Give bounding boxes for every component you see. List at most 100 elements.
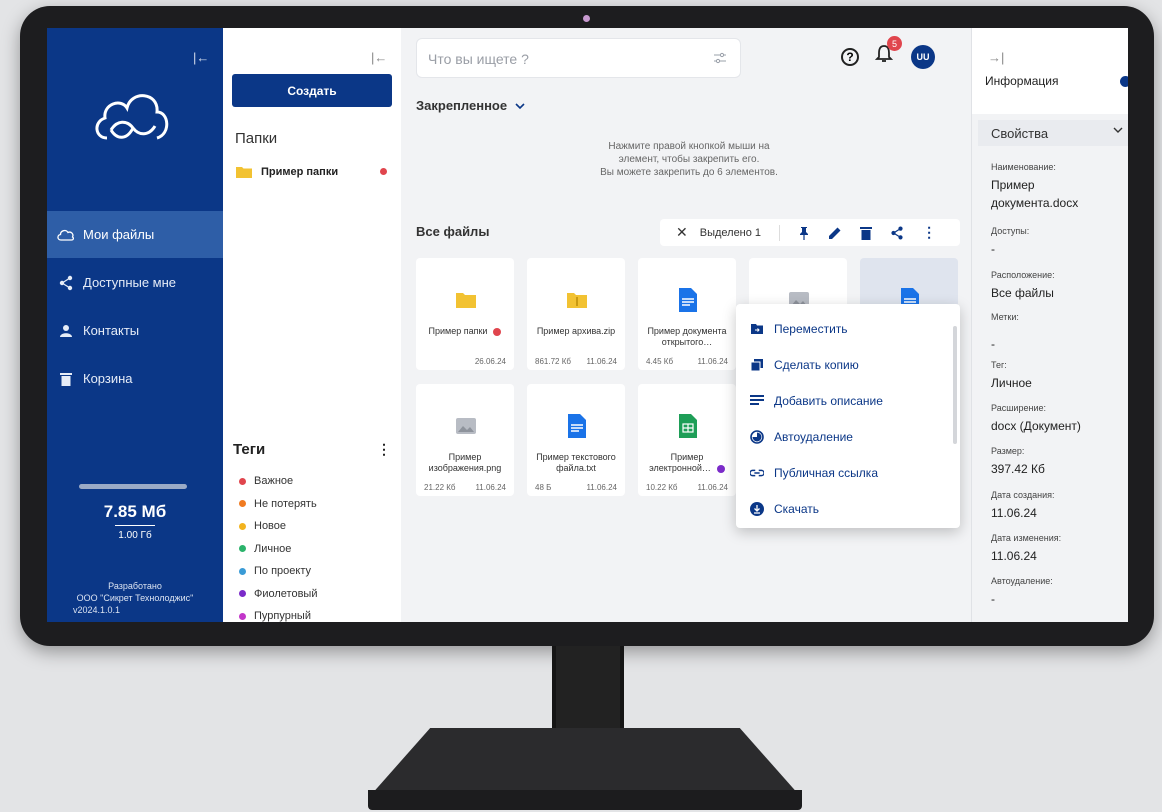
file-tag-dot: [716, 464, 725, 473]
properties-section-toggle[interactable]: Свойства: [978, 120, 1128, 146]
nav-item-trash[interactable]: Корзина: [47, 355, 223, 402]
tag-item[interactable]: Фиолетовый: [239, 588, 317, 600]
property-value: docx (Документ): [991, 419, 1081, 433]
notifications-button[interactable]: 5: [874, 36, 902, 69]
info-panel: →| Информация Свойства Наименование: Прим…: [971, 28, 1128, 622]
main-content: ? 5 UU Закрепленное Нажмите правой кнопк…: [401, 28, 971, 622]
tag-item[interactable]: Не потерять: [239, 498, 317, 510]
search-box: [416, 38, 741, 78]
create-button[interactable]: Создать: [232, 74, 392, 107]
context-menu-item[interactable]: Публичная ссылка: [750, 464, 878, 482]
context-menu-scrollbar[interactable]: [953, 326, 957, 444]
tag-label: Личное: [254, 542, 292, 555]
monitor-stand-front: [368, 790, 802, 810]
more-icon[interactable]: ⋮: [922, 224, 936, 241]
tag-item[interactable]: Важное: [239, 475, 293, 487]
context-menu-item[interactable]: Добавить описание: [750, 392, 883, 410]
monitor-screen: |← Мои файлы Доступные мне Контакты Корз…: [47, 28, 1128, 622]
file-name: Пример архива.zip: [531, 326, 621, 337]
file-name-text: Пример изображения.png: [428, 452, 502, 473]
file-name-text: Пример текстового файла.txt: [536, 452, 616, 473]
tag-color-dot: [239, 522, 246, 530]
context-menu-item[interactable]: Переместить: [750, 320, 848, 338]
filter-icon[interactable]: [714, 51, 726, 69]
nav-item-label: Мои файлы: [83, 227, 155, 242]
nav-item-my-files[interactable]: Мои файлы: [47, 211, 223, 258]
move-icon: [750, 322, 764, 336]
download-icon: [750, 502, 764, 516]
context-menu-item[interactable]: Скачать: [750, 500, 819, 518]
tag-item[interactable]: Пурпурный: [239, 610, 311, 622]
copy-icon: [750, 358, 764, 372]
file-card[interactable]: Пример изображения.png 21.22 Кб 11.06.24: [416, 384, 514, 496]
app-window: |← Мои файлы Доступные мне Контакты Корз…: [47, 28, 1128, 622]
property-label: Тег:: [991, 360, 1007, 370]
file-name: Пример электронной…: [642, 452, 732, 474]
tag-color-dot: [239, 590, 246, 597]
monitor-stand-base: [370, 728, 800, 796]
image-icon: [456, 414, 476, 438]
file-size: 10.22 Кб: [646, 483, 678, 492]
sidebar: |← Мои файлы Доступные мне Контакты Корз…: [47, 28, 223, 622]
property-label: Размер:: [991, 446, 1025, 456]
property-label: Автоудаление:: [991, 576, 1053, 586]
folder-item[interactable]: Пример папки: [236, 164, 391, 180]
tag-label: Важное: [254, 475, 294, 487]
pinned-hint-line: Вы можете закрепить до 6 элементов.: [600, 167, 778, 178]
storage-divider: [115, 525, 155, 526]
file-card[interactable]: Пример папки 26.06.24: [416, 258, 514, 370]
file-name: Пример изображения.png: [420, 452, 510, 474]
file-card[interactable]: Пример архива.zip 861.72 Кб 11.06.24: [527, 258, 625, 370]
pinned-hint: Нажмите правой кнопкой мыши на элемент, …: [551, 140, 827, 179]
file-card[interactable]: Пример документа открытого… 4.45 Кб 11.06.…: [638, 258, 736, 370]
selection-toolbar: ✕ Выделено 1 ⋮: [660, 219, 960, 246]
property-label: Дата изменения:: [991, 533, 1062, 543]
collapse-sidebar-icon[interactable]: |←: [193, 50, 209, 65]
file-name: Пример документа открытого…: [642, 326, 732, 348]
file-tag-dot: [493, 327, 502, 336]
developer-company: ООО "Сикрет Технолоджис": [76, 593, 194, 603]
collapse-info-icon[interactable]: →|: [988, 50, 1004, 65]
tag-item[interactable]: По проекту: [239, 565, 311, 577]
tag-item[interactable]: Новое: [239, 520, 286, 532]
file-size: 4.45 Кб: [646, 357, 674, 366]
file-date: 11.06.24: [586, 483, 617, 492]
tag-label: Пурпурный: [254, 610, 311, 622]
close-icon[interactable]: [1120, 76, 1128, 87]
tags-more-icon[interactable]: ⋮: [377, 441, 391, 458]
property-label: Расширение:: [991, 403, 1046, 413]
pin-icon[interactable]: [798, 226, 810, 240]
pinned-section-toggle[interactable]: Закрепленное: [416, 98, 525, 113]
trash-icon: [57, 370, 75, 388]
context-menu-label: Автоудаление: [774, 430, 853, 444]
file-card[interactable]: Пример текстового файла.txt 48 Б 11.06.24: [527, 384, 625, 496]
property-value: -: [991, 592, 995, 606]
avatar[interactable]: UU: [911, 44, 935, 69]
file-name-text: Пример архива.zip: [536, 326, 616, 336]
storage-progress-bar: [79, 484, 187, 489]
nav-item-contacts[interactable]: Контакты: [47, 307, 223, 354]
context-menu-item[interactable]: Автоудаление: [750, 428, 853, 446]
file-name-text: Пример папки: [428, 326, 488, 336]
nav-item-label: Контакты: [83, 323, 140, 338]
context-menu-item[interactable]: Сделать копию: [750, 356, 859, 374]
property-value: 11.06.24: [991, 506, 1037, 520]
chevron-down-icon: [515, 102, 525, 109]
tag-item[interactable]: Личное: [239, 543, 291, 555]
edit-icon[interactable]: [828, 226, 842, 240]
share-icon[interactable]: [890, 226, 904, 240]
context-menu-label: Публичная ссылка: [774, 466, 878, 480]
webcam-icon: [583, 15, 590, 22]
file-card[interactable]: Пример электронной… 10.22 Кб 11.06.24: [638, 384, 736, 496]
delete-icon[interactable]: [860, 226, 873, 240]
help-icon[interactable]: ?: [841, 47, 859, 66]
developer-info: Разработано ООО "Сикрет Технолоджис" v20…: [59, 580, 211, 616]
clear-selection-icon[interactable]: ✕: [676, 224, 688, 241]
collapse-panel-icon[interactable]: |←: [371, 50, 387, 65]
nav-item-shared[interactable]: Доступные мне: [47, 259, 223, 306]
property-label: Расположение:: [991, 270, 1055, 280]
pinned-hint-line: Нажмите правой кнопкой мыши на: [608, 141, 770, 152]
toolbar-divider: [779, 224, 781, 241]
search-input[interactable]: [426, 50, 700, 68]
file-name: Пример папки: [420, 326, 510, 337]
